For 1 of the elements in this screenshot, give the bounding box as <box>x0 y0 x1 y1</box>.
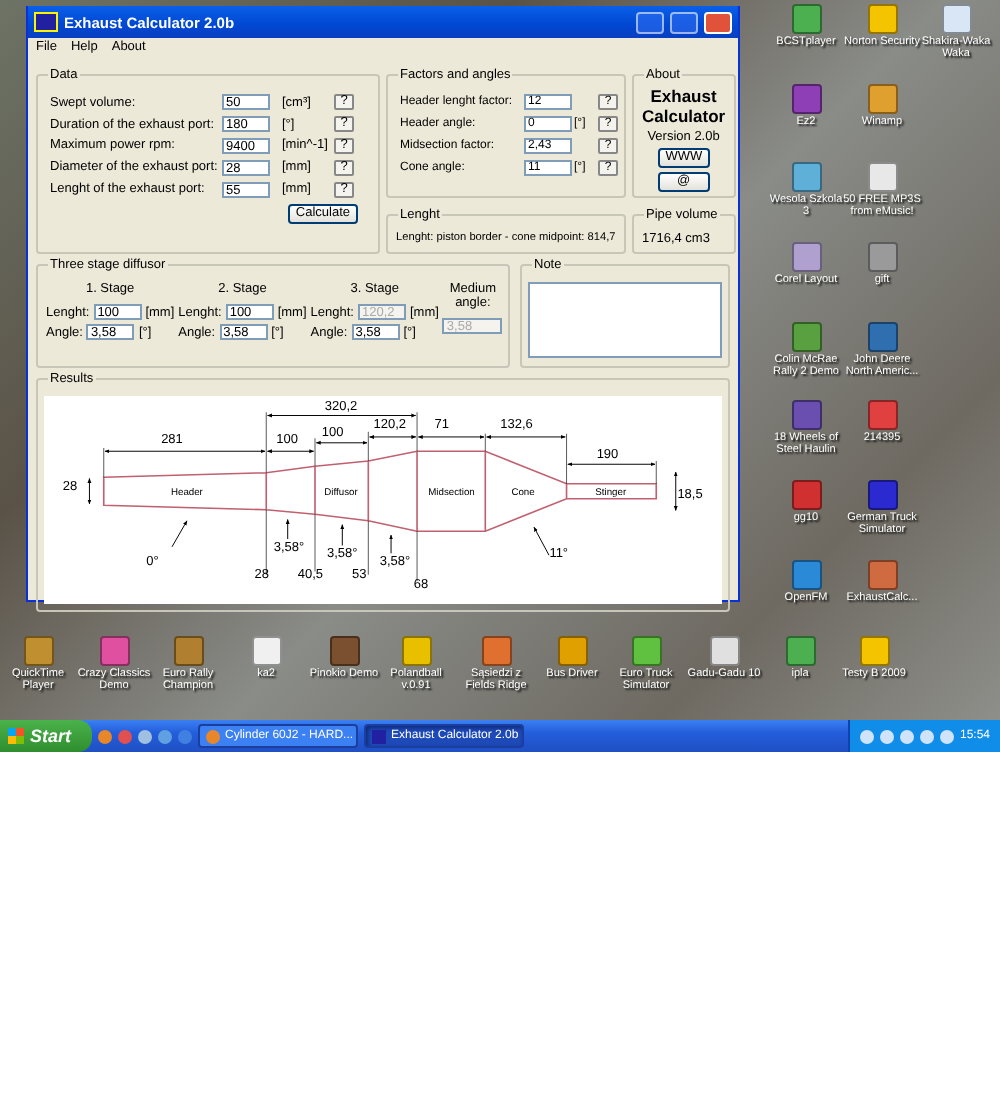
app-name: Exhaust Calculator <box>642 88 726 126</box>
